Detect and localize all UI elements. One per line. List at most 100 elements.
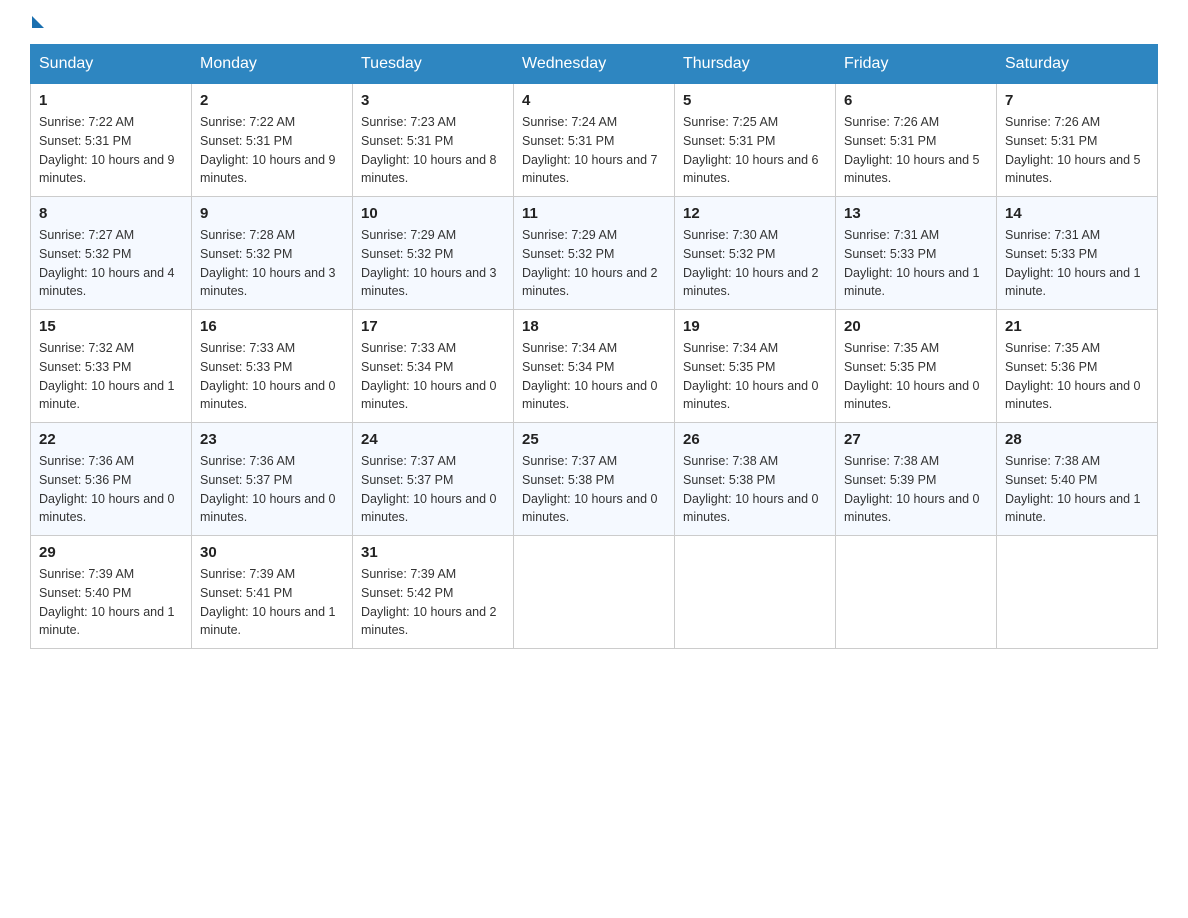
header-day-tuesday: Tuesday [353, 45, 514, 84]
week-row-3: 15 Sunrise: 7:32 AMSunset: 5:33 PMDaylig… [31, 310, 1158, 423]
header-day-saturday: Saturday [997, 45, 1158, 84]
day-info: Sunrise: 7:39 AMSunset: 5:42 PMDaylight:… [361, 567, 497, 637]
header-day-thursday: Thursday [675, 45, 836, 84]
day-number: 22 [39, 431, 183, 448]
day-number: 30 [200, 544, 344, 561]
day-info: Sunrise: 7:27 AMSunset: 5:32 PMDaylight:… [39, 228, 175, 298]
calendar-cell [514, 536, 675, 649]
calendar-cell: 3 Sunrise: 7:23 AMSunset: 5:31 PMDayligh… [353, 84, 514, 197]
header-day-sunday: Sunday [31, 45, 192, 84]
day-number: 9 [200, 205, 344, 222]
day-number: 27 [844, 431, 988, 448]
calendar-cell: 11 Sunrise: 7:29 AMSunset: 5:32 PMDaylig… [514, 197, 675, 310]
day-info: Sunrise: 7:32 AMSunset: 5:33 PMDaylight:… [39, 341, 175, 411]
day-number: 18 [522, 318, 666, 335]
day-number: 20 [844, 318, 988, 335]
day-info: Sunrise: 7:23 AMSunset: 5:31 PMDaylight:… [361, 115, 497, 185]
calendar-cell: 10 Sunrise: 7:29 AMSunset: 5:32 PMDaylig… [353, 197, 514, 310]
day-number: 19 [683, 318, 827, 335]
day-number: 2 [200, 92, 344, 109]
day-info: Sunrise: 7:34 AMSunset: 5:35 PMDaylight:… [683, 341, 819, 411]
day-info: Sunrise: 7:38 AMSunset: 5:39 PMDaylight:… [844, 454, 980, 524]
day-info: Sunrise: 7:30 AMSunset: 5:32 PMDaylight:… [683, 228, 819, 298]
page-header [30, 20, 1158, 24]
week-row-5: 29 Sunrise: 7:39 AMSunset: 5:40 PMDaylig… [31, 536, 1158, 649]
header-day-friday: Friday [836, 45, 997, 84]
logo-triangle-icon [32, 16, 44, 28]
day-number: 7 [1005, 92, 1149, 109]
day-number: 15 [39, 318, 183, 335]
day-number: 3 [361, 92, 505, 109]
calendar-cell: 24 Sunrise: 7:37 AMSunset: 5:37 PMDaylig… [353, 423, 514, 536]
calendar-cell: 26 Sunrise: 7:38 AMSunset: 5:38 PMDaylig… [675, 423, 836, 536]
day-info: Sunrise: 7:31 AMSunset: 5:33 PMDaylight:… [844, 228, 980, 298]
calendar-cell: 19 Sunrise: 7:34 AMSunset: 5:35 PMDaylig… [675, 310, 836, 423]
day-info: Sunrise: 7:26 AMSunset: 5:31 PMDaylight:… [844, 115, 980, 185]
day-info: Sunrise: 7:37 AMSunset: 5:38 PMDaylight:… [522, 454, 658, 524]
calendar-cell: 12 Sunrise: 7:30 AMSunset: 5:32 PMDaylig… [675, 197, 836, 310]
day-number: 29 [39, 544, 183, 561]
day-number: 6 [844, 92, 988, 109]
day-number: 11 [522, 205, 666, 222]
day-info: Sunrise: 7:22 AMSunset: 5:31 PMDaylight:… [39, 115, 175, 185]
day-number: 13 [844, 205, 988, 222]
day-info: Sunrise: 7:25 AMSunset: 5:31 PMDaylight:… [683, 115, 819, 185]
calendar-cell [997, 536, 1158, 649]
day-info: Sunrise: 7:22 AMSunset: 5:31 PMDaylight:… [200, 115, 336, 185]
day-info: Sunrise: 7:28 AMSunset: 5:32 PMDaylight:… [200, 228, 336, 298]
calendar-cell: 23 Sunrise: 7:36 AMSunset: 5:37 PMDaylig… [192, 423, 353, 536]
day-number: 10 [361, 205, 505, 222]
calendar-cell: 2 Sunrise: 7:22 AMSunset: 5:31 PMDayligh… [192, 84, 353, 197]
week-row-4: 22 Sunrise: 7:36 AMSunset: 5:36 PMDaylig… [31, 423, 1158, 536]
day-number: 5 [683, 92, 827, 109]
calendar-cell [675, 536, 836, 649]
day-number: 1 [39, 92, 183, 109]
week-row-2: 8 Sunrise: 7:27 AMSunset: 5:32 PMDayligh… [31, 197, 1158, 310]
logo [30, 20, 44, 22]
day-info: Sunrise: 7:36 AMSunset: 5:37 PMDaylight:… [200, 454, 336, 524]
calendar-cell: 20 Sunrise: 7:35 AMSunset: 5:35 PMDaylig… [836, 310, 997, 423]
day-number: 26 [683, 431, 827, 448]
calendar-cell: 29 Sunrise: 7:39 AMSunset: 5:40 PMDaylig… [31, 536, 192, 649]
day-info: Sunrise: 7:35 AMSunset: 5:36 PMDaylight:… [1005, 341, 1141, 411]
calendar-cell: 31 Sunrise: 7:39 AMSunset: 5:42 PMDaylig… [353, 536, 514, 649]
calendar-cell: 27 Sunrise: 7:38 AMSunset: 5:39 PMDaylig… [836, 423, 997, 536]
calendar-cell: 28 Sunrise: 7:38 AMSunset: 5:40 PMDaylig… [997, 423, 1158, 536]
day-info: Sunrise: 7:38 AMSunset: 5:38 PMDaylight:… [683, 454, 819, 524]
day-number: 12 [683, 205, 827, 222]
calendar-cell: 5 Sunrise: 7:25 AMSunset: 5:31 PMDayligh… [675, 84, 836, 197]
calendar-cell: 21 Sunrise: 7:35 AMSunset: 5:36 PMDaylig… [997, 310, 1158, 423]
calendar-cell: 18 Sunrise: 7:34 AMSunset: 5:34 PMDaylig… [514, 310, 675, 423]
day-number: 25 [522, 431, 666, 448]
calendar-cell: 16 Sunrise: 7:33 AMSunset: 5:33 PMDaylig… [192, 310, 353, 423]
day-info: Sunrise: 7:31 AMSunset: 5:33 PMDaylight:… [1005, 228, 1141, 298]
day-number: 21 [1005, 318, 1149, 335]
day-number: 14 [1005, 205, 1149, 222]
day-number: 16 [200, 318, 344, 335]
calendar-table: SundayMondayTuesdayWednesdayThursdayFrid… [30, 44, 1158, 649]
day-info: Sunrise: 7:39 AMSunset: 5:41 PMDaylight:… [200, 567, 336, 637]
day-number: 28 [1005, 431, 1149, 448]
calendar-cell: 14 Sunrise: 7:31 AMSunset: 5:33 PMDaylig… [997, 197, 1158, 310]
day-number: 24 [361, 431, 505, 448]
day-number: 4 [522, 92, 666, 109]
calendar-cell: 8 Sunrise: 7:27 AMSunset: 5:32 PMDayligh… [31, 197, 192, 310]
day-info: Sunrise: 7:29 AMSunset: 5:32 PMDaylight:… [522, 228, 658, 298]
day-number: 8 [39, 205, 183, 222]
day-info: Sunrise: 7:34 AMSunset: 5:34 PMDaylight:… [522, 341, 658, 411]
calendar-cell: 13 Sunrise: 7:31 AMSunset: 5:33 PMDaylig… [836, 197, 997, 310]
calendar-cell: 15 Sunrise: 7:32 AMSunset: 5:33 PMDaylig… [31, 310, 192, 423]
day-info: Sunrise: 7:38 AMSunset: 5:40 PMDaylight:… [1005, 454, 1141, 524]
calendar-cell: 1 Sunrise: 7:22 AMSunset: 5:31 PMDayligh… [31, 84, 192, 197]
day-info: Sunrise: 7:39 AMSunset: 5:40 PMDaylight:… [39, 567, 175, 637]
calendar-cell: 9 Sunrise: 7:28 AMSunset: 5:32 PMDayligh… [192, 197, 353, 310]
week-row-1: 1 Sunrise: 7:22 AMSunset: 5:31 PMDayligh… [31, 84, 1158, 197]
day-info: Sunrise: 7:36 AMSunset: 5:36 PMDaylight:… [39, 454, 175, 524]
day-number: 23 [200, 431, 344, 448]
calendar-cell: 30 Sunrise: 7:39 AMSunset: 5:41 PMDaylig… [192, 536, 353, 649]
calendar-cell: 4 Sunrise: 7:24 AMSunset: 5:31 PMDayligh… [514, 84, 675, 197]
calendar-cell: 6 Sunrise: 7:26 AMSunset: 5:31 PMDayligh… [836, 84, 997, 197]
day-info: Sunrise: 7:24 AMSunset: 5:31 PMDaylight:… [522, 115, 658, 185]
day-info: Sunrise: 7:33 AMSunset: 5:33 PMDaylight:… [200, 341, 336, 411]
day-number: 31 [361, 544, 505, 561]
